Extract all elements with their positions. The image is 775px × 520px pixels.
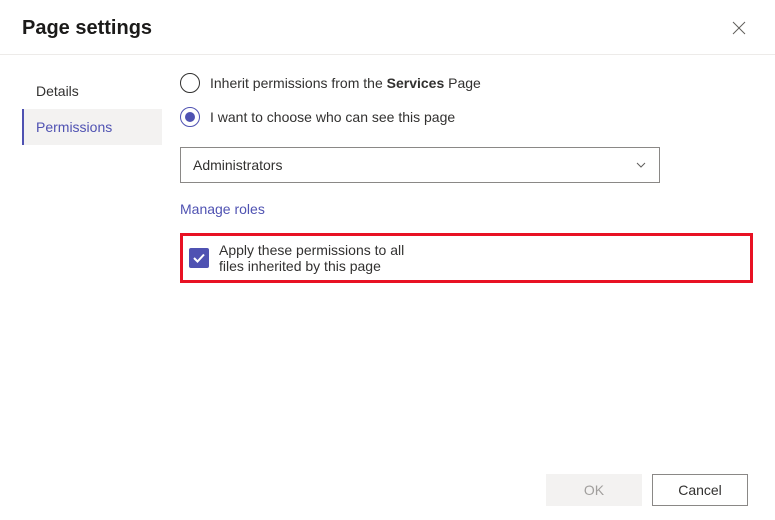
dialog-title: Page settings (22, 17, 152, 40)
apply-permissions-label: Apply these permissions to all files inh… (219, 242, 430, 274)
highlight-annotation: Apply these permissions to all files inh… (180, 233, 753, 283)
role-select-value: Administrators (193, 157, 282, 173)
dialog-body: Details Permissions Inherit permissions … (0, 55, 775, 283)
checkbox-icon (189, 248, 209, 268)
chevron-down-icon (635, 159, 647, 171)
radio-icon (180, 107, 200, 127)
ok-button: OK (546, 474, 642, 506)
radio-custom-label: I want to choose who can see this page (210, 109, 455, 125)
close-icon (732, 21, 746, 35)
radio-icon (180, 73, 200, 93)
dialog-footer: OK Cancel (546, 474, 748, 506)
tab-details[interactable]: Details (22, 73, 162, 109)
tab-list: Details Permissions (22, 73, 162, 283)
manage-roles-link[interactable]: Manage roles (180, 201, 265, 217)
dialog-header: Page settings (0, 0, 775, 55)
role-select[interactable]: Administrators (180, 147, 660, 183)
radio-inherit-permissions[interactable]: Inherit permissions from the Services Pa… (180, 73, 753, 93)
cancel-button[interactable]: Cancel (652, 474, 748, 506)
tab-permissions[interactable]: Permissions (22, 109, 162, 145)
radio-custom-permissions[interactable]: I want to choose who can see this page (180, 107, 753, 127)
close-button[interactable] (725, 14, 753, 42)
permissions-panel: Inherit permissions from the Services Pa… (162, 73, 753, 283)
radio-inherit-label: Inherit permissions from the Services Pa… (210, 75, 481, 91)
apply-permissions-checkbox[interactable]: Apply these permissions to all files inh… (189, 242, 430, 274)
